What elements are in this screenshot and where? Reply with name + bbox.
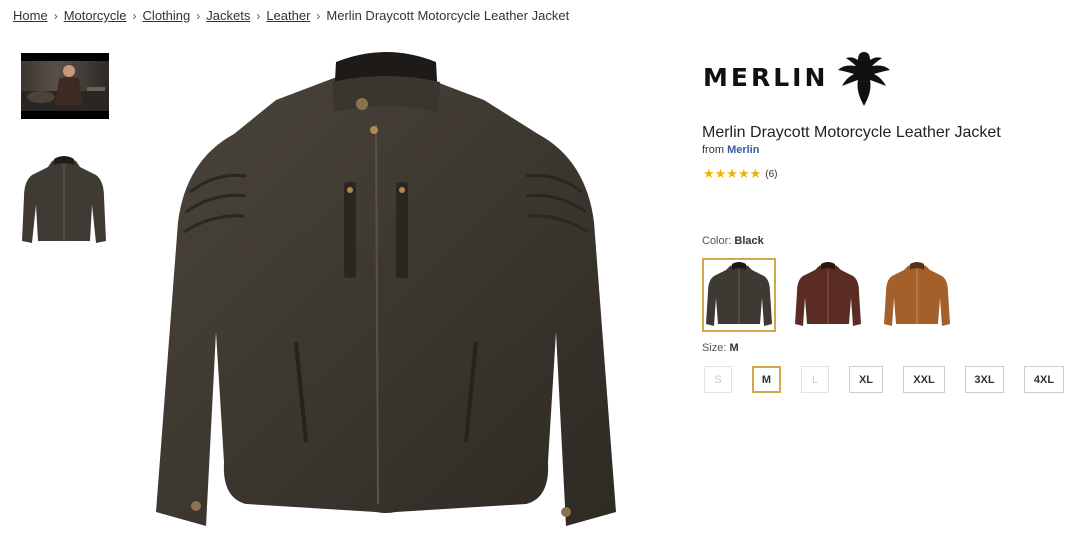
size-option-4xl[interactable]: 4XL [1024,366,1064,393]
product-rating[interactable]: ★★★★★ (6) [703,166,778,182]
color-label: Color: Black [702,235,764,247]
breadcrumb-separator: › [316,9,321,23]
size-selected-value: M [729,342,739,354]
breadcrumb-link-jackets[interactable]: Jackets [206,8,250,23]
breadcrumb-link-clothing[interactable]: Clothing [143,8,191,23]
breadcrumb-separator: › [53,9,58,23]
size-option-3xl[interactable]: 3XL [965,366,1004,393]
size-option-xl[interactable]: XL [849,366,883,393]
color-swatch-brown[interactable] [791,258,865,332]
brand-link[interactable]: Merlin [727,144,759,156]
color-label-text: Color: [702,235,732,247]
color-swatch-brown-image [795,262,861,326]
jacket-main-image [156,52,616,526]
from-label: from [702,144,724,156]
brand-logo-text: MERLIN [703,62,829,92]
breadcrumb-separator: › [196,9,201,23]
product-title: Merlin Draycott Motorcycle Leather Jacke… [702,124,1001,141]
breadcrumb-separator: › [256,9,261,23]
main-product-image[interactable] [146,42,626,542]
color-swatch-tan-image [884,262,950,326]
breadcrumb-separator: › [132,9,137,23]
rating-stars: ★★★★★ [703,166,762,181]
jacket-thumbnail-image [22,156,106,243]
size-label-text: Size: [702,342,727,354]
breadcrumb: Home › Motorcycle › Clothing › Jackets › Leather… [13,8,569,23]
review-count: (6) [765,168,778,180]
video-thumbnail[interactable] [21,53,109,119]
size-label: Size: M [702,342,739,354]
size-option-m[interactable]: M [752,366,781,393]
breadcrumb-current: Merlin Draycott Motorcycle Leather Jacke… [326,8,570,23]
video-thumbnail-image [21,61,109,111]
jacket-thumbnail[interactable] [18,153,110,249]
breadcrumb-link-motorcycle[interactable]: Motorcycle [64,8,127,23]
color-swatch-black[interactable] [702,258,776,332]
breadcrumb-link-leather[interactable]: Leather [266,8,310,23]
size-option-xxl[interactable]: XXL [903,366,945,393]
brand-line: from Merlin [702,144,759,156]
size-option-l[interactable]: L [801,366,829,393]
breadcrumb-link-home[interactable]: Home [13,8,48,23]
color-selected-value: Black [734,235,764,247]
size-option-s[interactable]: S [704,366,732,393]
color-swatch-black-image [706,262,772,326]
color-swatch-tan[interactable] [880,258,954,332]
brand-logo[interactable]: MERLIN [703,45,903,109]
phoenix-icon [838,52,891,106]
